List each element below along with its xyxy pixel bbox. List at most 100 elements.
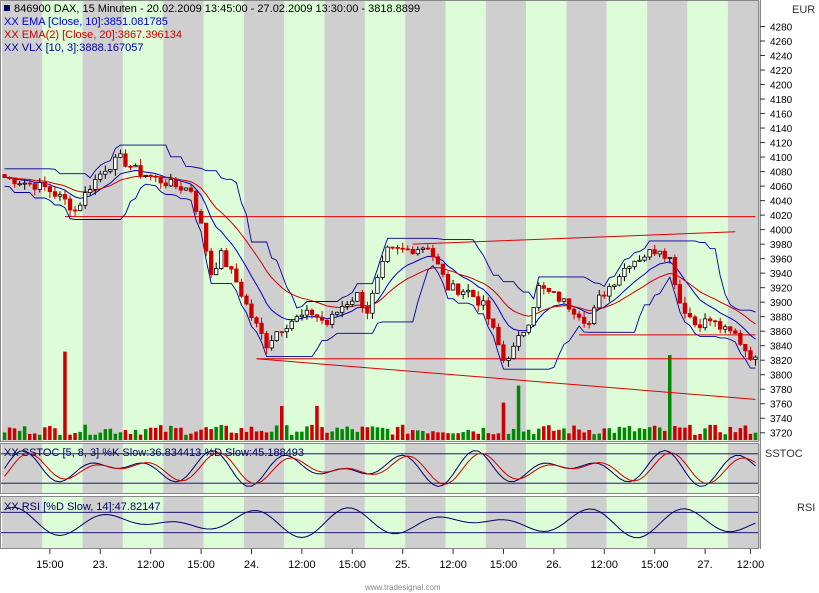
session-band bbox=[687, 497, 727, 548]
volume-bar bbox=[703, 428, 707, 440]
price-tick-label: 3800 bbox=[770, 371, 793, 382]
candle-body bbox=[235, 269, 239, 282]
candle-body bbox=[225, 251, 229, 267]
volume-bar bbox=[109, 429, 113, 440]
candle-body bbox=[104, 171, 108, 174]
volume-bar bbox=[315, 406, 319, 440]
candle-body bbox=[542, 286, 546, 289]
volume-bar bbox=[335, 428, 339, 440]
session-band bbox=[284, 497, 324, 548]
time-tick-label: 25. bbox=[395, 559, 410, 571]
volume-bar bbox=[527, 430, 531, 440]
rsi-legend: XX RSI [%D Slow, 14]:47.82147 bbox=[4, 501, 161, 513]
session-band bbox=[446, 444, 486, 493]
volume-bar bbox=[18, 431, 22, 440]
candle-body bbox=[683, 303, 687, 313]
volume-bar bbox=[431, 431, 435, 440]
volume-bar bbox=[683, 428, 687, 440]
price-tick-label: 3920 bbox=[770, 284, 793, 295]
volume-bar bbox=[587, 430, 591, 440]
session-band bbox=[204, 1, 244, 441]
volume-bar bbox=[482, 428, 486, 440]
candle-body bbox=[582, 317, 586, 323]
candle-body bbox=[18, 184, 22, 185]
price-tick-label: 3860 bbox=[770, 327, 793, 338]
candle-body bbox=[220, 251, 224, 269]
volume-bar bbox=[33, 434, 37, 441]
volume-bar bbox=[139, 435, 143, 440]
candle-body bbox=[134, 166, 138, 167]
volume-bar bbox=[159, 425, 163, 440]
candle-body bbox=[693, 317, 697, 325]
candle-body bbox=[587, 323, 591, 324]
candle-body bbox=[361, 292, 365, 306]
volume-bar bbox=[94, 435, 98, 440]
volume-bar bbox=[557, 430, 561, 440]
time-tick-label: 12:00 bbox=[591, 559, 619, 571]
candle-body bbox=[522, 332, 526, 335]
volume-bar bbox=[8, 428, 12, 441]
candle-body bbox=[411, 249, 415, 253]
candle-body bbox=[497, 327, 501, 344]
price-tick-label: 4160 bbox=[770, 110, 793, 121]
candle-body bbox=[260, 323, 264, 333]
session-band bbox=[42, 1, 82, 441]
candle-body bbox=[598, 295, 602, 308]
candle-body bbox=[754, 357, 758, 359]
candle-body bbox=[43, 182, 47, 186]
candle-body bbox=[240, 282, 244, 296]
volume-bar bbox=[678, 428, 682, 441]
volume-bar bbox=[673, 426, 677, 440]
volume-bar bbox=[235, 433, 239, 440]
price-tick-label: 4100 bbox=[770, 153, 793, 164]
volume-bar bbox=[53, 428, 57, 440]
currency-label: EUR bbox=[792, 4, 815, 16]
price-tick-label: 3740 bbox=[770, 414, 793, 425]
volume-bar bbox=[421, 431, 425, 440]
volume-bar bbox=[391, 435, 395, 441]
volume-bar bbox=[184, 435, 188, 440]
volume-bar bbox=[285, 425, 289, 440]
candle-body bbox=[58, 195, 62, 197]
candle-body bbox=[401, 248, 405, 249]
candle-body bbox=[83, 193, 87, 206]
session-band bbox=[647, 497, 687, 548]
volume-bar bbox=[270, 432, 274, 440]
volume-bar bbox=[739, 428, 743, 440]
volume-bar bbox=[174, 428, 178, 440]
session-band bbox=[687, 444, 727, 493]
volume-bar bbox=[507, 434, 511, 440]
time-tick-label: 24. bbox=[244, 559, 259, 571]
candle-body bbox=[461, 292, 465, 295]
price-tick-label: 4040 bbox=[770, 197, 793, 208]
candle-body bbox=[129, 166, 133, 167]
candle-body bbox=[487, 301, 491, 319]
price-tick-label: 4260 bbox=[770, 37, 793, 48]
volume-bar bbox=[325, 433, 329, 440]
sstoc-panel-title: SSTOC bbox=[765, 448, 803, 460]
volume-bar bbox=[537, 429, 541, 440]
volume-bar bbox=[290, 435, 294, 440]
volume-bar bbox=[199, 430, 203, 440]
ema-legend: XX EMA [Close, 10]:3851.081785 bbox=[4, 16, 168, 28]
candle-body bbox=[164, 183, 168, 186]
volume-bar bbox=[618, 427, 622, 440]
volume-bar bbox=[361, 427, 365, 440]
volume-bar bbox=[38, 435, 42, 440]
candle-body bbox=[13, 178, 16, 184]
volume-bar bbox=[698, 434, 702, 440]
volume-bar bbox=[456, 433, 460, 440]
volume-bar bbox=[608, 428, 612, 440]
volume-bar bbox=[260, 431, 264, 440]
candle-body bbox=[527, 325, 531, 332]
price-tick-label: 4220 bbox=[770, 66, 793, 77]
candle-body bbox=[653, 250, 657, 254]
volume-bar bbox=[461, 432, 465, 440]
candle-body bbox=[678, 285, 682, 304]
volume-bar bbox=[194, 432, 198, 440]
volume-bar bbox=[104, 429, 108, 440]
sstoc-legend: XX SSTOC [5, 8, 3] %K Slow:36.834413 %D … bbox=[4, 447, 304, 459]
volume-bar bbox=[441, 432, 445, 440]
candle-body bbox=[507, 359, 511, 361]
volume-bar bbox=[280, 406, 284, 440]
